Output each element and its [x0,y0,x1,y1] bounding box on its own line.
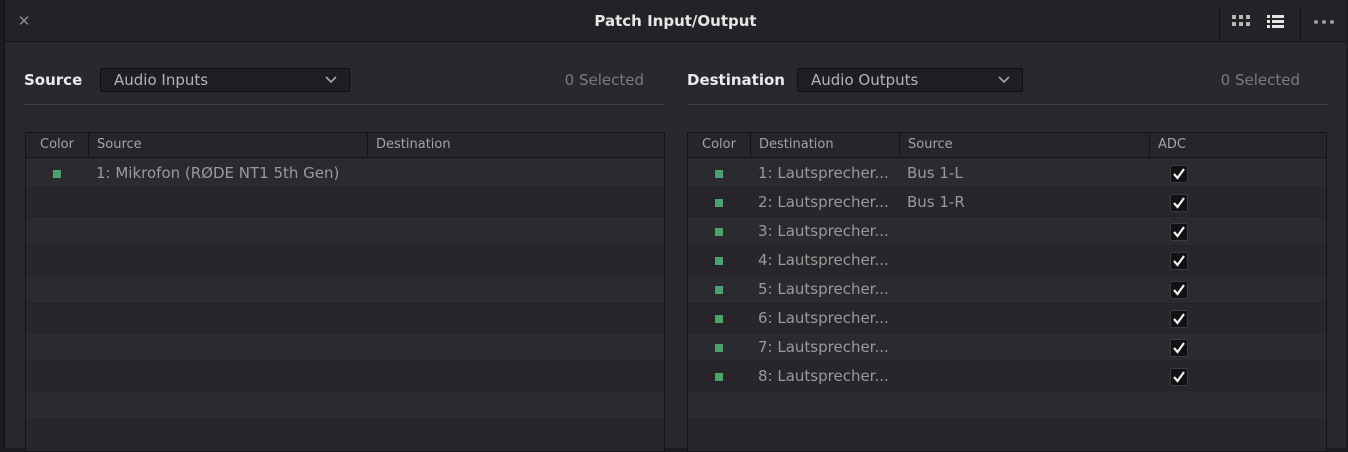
table-row[interactable]: 4: Lautsprecher... [688,246,1326,275]
table-row[interactable]: 6: Lautsprecher... [688,304,1326,333]
adc-checkbox[interactable] [1170,339,1188,357]
destination-name-cell: 3: Lautsprecher... [758,222,889,240]
table-row [688,391,1326,420]
destination-name-cell: 8: Lautsprecher... [758,367,889,385]
row-divider [26,448,664,449]
destination-label: Destination [687,71,785,89]
table-row [26,362,664,391]
table-row [26,246,664,275]
table-row[interactable]: 3: Lautsprecher... [688,217,1326,246]
more-options-icon[interactable] [1311,11,1337,33]
checkmark-icon [1173,197,1185,209]
table-row[interactable]: 1: Mikrofon (RØDE NT1 5th Gen) [26,159,664,188]
source-selected-count: 0 Selected [564,71,644,89]
destination-dropdown-value: Audio Outputs [811,71,919,89]
source-label: Source [24,71,83,89]
table-row[interactable]: 7: Lautsprecher... [688,333,1326,362]
grid-view-icon[interactable] [1229,11,1255,33]
source-name-cell: Bus 1-R [907,193,965,211]
destination-type-dropdown[interactable]: Audio Outputs [797,68,1023,92]
column-header-source[interactable]: Source [88,133,367,158]
destination-name-cell: 5: Lautsprecher... [758,280,889,298]
destination-name-cell: 7: Lautsprecher... [758,338,889,356]
destination-panel: Destination Audio Outputs 0 Selected Col… [687,42,1328,452]
table-row[interactable]: 1: Lautsprecher... Bus 1-L [688,159,1326,188]
adc-checkbox[interactable] [1170,194,1188,212]
destination-table: Color Destination Source ADC 1: Lautspre… [687,132,1327,452]
destination-name-cell: 1: Lautsprecher... [758,164,889,182]
color-swatch [715,170,723,178]
column-header-source[interactable]: Source [899,133,1149,158]
checkmark-icon [1173,313,1185,325]
table-row [26,333,664,362]
adc-checkbox[interactable] [1170,281,1188,299]
table-row [26,217,664,246]
source-panel: Source Audio Inputs 0 Selected Color Sou… [24,42,665,452]
checkmark-icon [1173,255,1185,267]
color-swatch [53,170,61,178]
table-row [26,275,664,304]
destination-divider [687,104,1328,105]
chevron-down-icon [325,76,337,84]
column-header-color[interactable]: Color [688,133,750,158]
checkmark-icon [1173,226,1185,238]
column-header-destination[interactable]: Destination [750,133,899,158]
toolbar-divider [1300,6,1301,40]
adc-checkbox[interactable] [1170,368,1188,386]
table-row[interactable]: 8: Lautsprecher... [688,362,1326,391]
column-header-color[interactable]: Color [26,133,88,158]
checkmark-icon [1173,371,1185,383]
adc-checkbox[interactable] [1170,165,1188,183]
source-panel-header: Source Audio Inputs 0 Selected [24,68,665,92]
color-swatch [715,315,723,323]
table-row [26,304,664,333]
title-bar: ✕ Patch Input/Output [5,0,1346,42]
table-row [26,391,664,420]
source-table-header: Color Source Destination [26,133,664,158]
patch-io-window: ✕ Patch Input/Output Source Audio Inputs… [4,0,1346,452]
table-row[interactable]: 5: Lautsprecher... [688,275,1326,304]
window-title: Patch Input/Output [594,12,757,30]
column-header-destination[interactable]: Destination [367,133,664,158]
table-row[interactable]: 2: Lautsprecher... Bus 1-R [688,188,1326,217]
color-swatch [715,373,723,381]
destination-name-cell: 6: Lautsprecher... [758,309,889,327]
color-swatch [715,199,723,207]
source-name-cell: 1: Mikrofon (RØDE NT1 5th Gen) [96,164,340,182]
adc-checkbox[interactable] [1170,310,1188,328]
chevron-down-icon [998,76,1010,84]
source-dropdown-value: Audio Inputs [114,71,209,89]
color-swatch [715,286,723,294]
source-divider [24,104,665,105]
destination-name-cell: 4: Lautsprecher... [758,251,889,269]
column-header-adc[interactable]: ADC [1149,133,1326,158]
adc-checkbox[interactable] [1170,252,1188,270]
destination-table-header: Color Destination Source ADC [688,133,1326,158]
color-swatch [715,228,723,236]
toolbar-divider [1219,6,1220,40]
source-name-cell: Bus 1-L [907,164,963,182]
table-row [26,420,664,449]
row-divider [688,448,1326,449]
color-swatch [715,257,723,265]
list-view-icon[interactable] [1263,11,1289,33]
checkmark-icon [1173,168,1185,180]
checkmark-icon [1173,342,1185,354]
checkmark-icon [1173,284,1185,296]
destination-selected-count: 0 Selected [1220,71,1300,89]
destination-panel-header: Destination Audio Outputs 0 Selected [687,68,1328,92]
color-swatch [715,344,723,352]
table-row [26,188,664,217]
table-row [688,420,1326,449]
source-type-dropdown[interactable]: Audio Inputs [100,68,350,92]
source-table: Color Source Destination 1: Mikrofon (RØ… [25,132,665,452]
adc-checkbox[interactable] [1170,223,1188,241]
destination-name-cell: 2: Lautsprecher... [758,193,889,211]
